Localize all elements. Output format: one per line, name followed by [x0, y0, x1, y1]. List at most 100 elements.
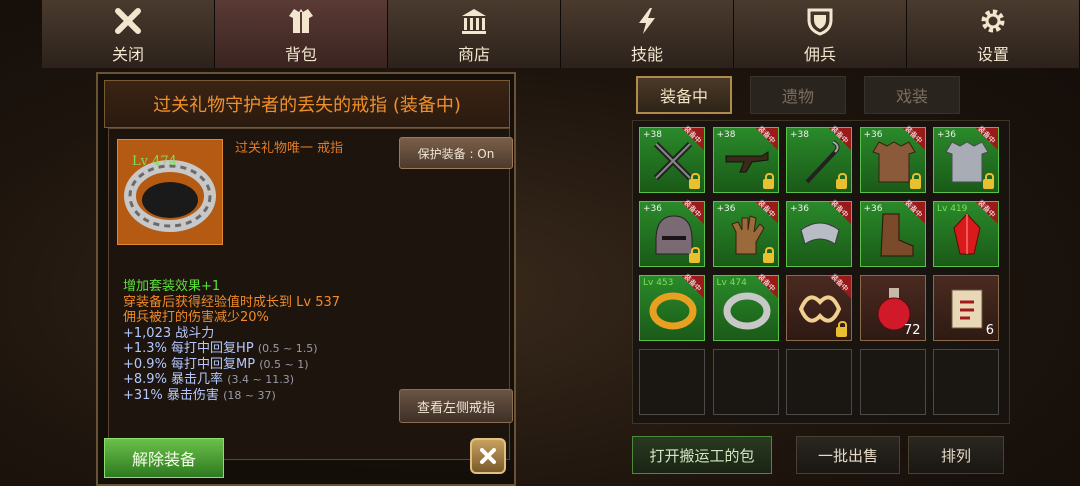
inventory-slot[interactable]: +36 装备中: [859, 199, 926, 267]
item-title: 过关礼物守护者的丢失的戒指 (装备中): [153, 95, 461, 116]
equipped-badge-text: 装备中: [682, 198, 703, 220]
protect-equipment-button[interactable]: 保护装备 : On: [399, 137, 513, 169]
nav-close-button[interactable]: 关闭: [42, 0, 215, 68]
equipped-badge: 装备中: [976, 199, 998, 224]
inventory-tabs: 装备中 遗物 戏装: [636, 76, 960, 114]
nav-shop-tab[interactable]: 商店: [388, 0, 561, 68]
stat-set-effect: 增加套装效果+1: [123, 279, 221, 294]
equipped-badge-text: 装备中: [829, 272, 850, 294]
equipped-badge: 装备中: [976, 125, 998, 150]
tab-costume[interactable]: 戏装: [864, 76, 960, 114]
stat-damage-reduction-value: 20%: [240, 310, 269, 325]
inventory-slot[interactable]: 6: [933, 275, 999, 341]
inventory-slot[interactable]: +36 装备中: [712, 199, 779, 267]
nav-label: 技能: [630, 45, 663, 64]
scroll-icon: [951, 289, 983, 329]
equipped-badge-text: 装备中: [755, 124, 777, 146]
inventory-slot[interactable]: 72: [859, 275, 926, 341]
nav-label: 背包: [284, 45, 317, 64]
lock-icon: [762, 247, 774, 263]
stat-crit-rate-range: (3.4 ~ 11.3): [227, 373, 294, 386]
stat-crit-rate-text: +8.9% 暴击几率: [123, 372, 224, 387]
inventory-slot[interactable]: Lv 474 装备中: [712, 272, 779, 341]
inventory-slot[interactable]: +38 装备中: [712, 124, 779, 193]
stat-crit-damage-range: (18 ~ 37): [223, 388, 276, 402]
lock-icon: [762, 173, 774, 189]
slot-enhance-level: +38: [790, 130, 809, 140]
inventory-slot-empty[interactable]: [639, 349, 705, 415]
inventory-slot-empty[interactable]: [859, 349, 926, 415]
inventory-slot[interactable]: +36 装备中: [786, 198, 852, 267]
shop-icon: [457, 4, 491, 38]
equipped-badge-text: 装备中: [976, 198, 997, 220]
lock-icon: [909, 173, 921, 189]
stat-crit-damage: +31% 暴击伤害 (18 ~ 37): [123, 388, 340, 404]
open-porter-bag-button[interactable]: 打开搬运工的包: [632, 436, 772, 474]
sort-button[interactable]: 排列: [908, 436, 1004, 474]
armor-icon: [284, 4, 318, 38]
inventory-slot[interactable]: +36 装备中: [639, 199, 705, 267]
slot-enhance-level: +36: [863, 204, 883, 214]
tab-equipped[interactable]: 装备中: [636, 76, 732, 114]
gear-icon: [976, 4, 1010, 38]
equipped-badge: 装备中: [902, 125, 925, 150]
equipped-badge: 装备中: [829, 273, 851, 298]
equipped-badge: 装备中: [682, 125, 704, 150]
stat-power: +1,023 战斗力: [123, 325, 215, 341]
nav-inventory-tab[interactable]: 背包: [215, 0, 388, 68]
inventory-grid: +38 装备中 +38 装备中 +38 装备中 +36 装备中 +36 装备中 +36 装备中 +36 装…: [632, 120, 1010, 424]
nav-label: 关闭: [111, 45, 144, 64]
inventory-slot-empty[interactable]: [786, 349, 852, 415]
lock-icon: [836, 173, 847, 189]
slot-enhance-level: +36: [716, 204, 736, 214]
inventory-slot[interactable]: +38 装备中: [786, 125, 852, 193]
equipped-badge: 装备中: [682, 273, 704, 298]
equipped-badge: 装备中: [755, 199, 778, 224]
nav-settings-tab[interactable]: 设置: [907, 0, 1080, 68]
view-left-ring-button[interactable]: 查看左侧戒指: [399, 389, 513, 423]
equipped-badge-text: 装备中: [755, 272, 777, 294]
slot-enhance-level: +36: [643, 204, 662, 214]
equipped-badge-text: 装备中: [755, 198, 777, 220]
stat-mp-regen-text: +0.9% 每打中回复MP: [123, 356, 256, 372]
equipped-badge: 装备中: [682, 199, 704, 224]
slot-item-level: Lv 453: [643, 278, 674, 288]
stat-damage-reduction: 佣兵被打的伤害减少20%: [123, 310, 340, 326]
stat-hp-regen-text: +1.3% 每打中回复HP: [123, 341, 254, 356]
stat-mp-regen: +0.9% 每打中回复MP (0.5 ~ 1): [123, 357, 340, 373]
slot-item-level: Lv 474: [716, 278, 747, 288]
nav-label: 设置: [976, 45, 1009, 64]
inventory-slot[interactable]: +36 装备中: [933, 125, 999, 193]
tab-relics[interactable]: 遗物: [750, 76, 846, 114]
item-title-bar: 过关礼物守护者的丢失的戒指 (装备中): [104, 80, 510, 128]
equipped-badge-text: 装备中: [829, 198, 850, 220]
top-nav: 关闭 背包 商店 技能 佣兵 设置: [42, 0, 1080, 68]
slot-enhance-level: +38: [716, 130, 736, 140]
lock-icon: [689, 173, 700, 189]
slot-item-count: 72: [903, 323, 921, 338]
slot-enhance-level: +38: [643, 130, 662, 140]
unequip-button[interactable]: 解除装备: [104, 438, 224, 478]
nav-skills-tab[interactable]: 技能: [561, 0, 734, 68]
slot-enhance-level: +36: [863, 130, 883, 140]
slot-item-level: Lv 419: [937, 204, 968, 214]
nav-mercenary-tab[interactable]: 佣兵: [734, 0, 907, 68]
inventory-slot[interactable]: +36 装备中: [859, 125, 926, 193]
stat-crit-damage-text: +31% 暴击伤害: [123, 387, 219, 403]
stat-damage-reduction-text: 佣兵被打的伤害减少: [123, 310, 241, 325]
nav-label: 佣兵: [803, 45, 836, 64]
inventory-slot[interactable]: 装备中: [786, 273, 852, 341]
bulk-sell-button[interactable]: 一批出售: [796, 436, 900, 474]
equipped-badge: 装备中: [829, 125, 851, 150]
slot-enhance-level: +36: [937, 130, 956, 140]
slot-enhance-level: +36: [790, 204, 809, 214]
inventory-slot[interactable]: +38 装备中: [639, 125, 705, 193]
stat-mp-regen-range: (0.5 ~ 1): [259, 357, 309, 371]
equipped-badge-text: 装备中: [976, 124, 997, 146]
inventory-slot[interactable]: Lv 453 装备中: [639, 273, 705, 341]
close-icon: [480, 448, 496, 464]
inventory-slot-empty[interactable]: [933, 349, 999, 415]
close-detail-button[interactable]: [470, 438, 506, 474]
inventory-slot-empty[interactable]: [712, 349, 779, 415]
inventory-slot[interactable]: Lv 419 装备中: [933, 199, 999, 267]
